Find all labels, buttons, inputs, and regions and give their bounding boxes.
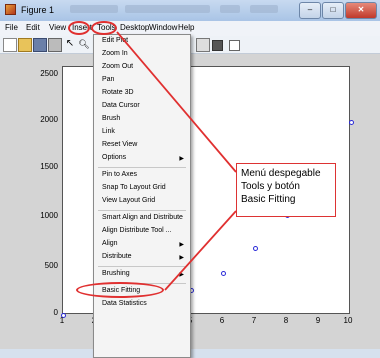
new-figure-icon[interactable] [3,38,17,52]
open-file-icon[interactable] [18,38,32,52]
menu-item-distribute[interactable]: Distribute [102,253,132,260]
callout-line: Menú despegable [241,168,321,179]
menu-separator [98,167,186,168]
scatter-point [252,245,258,251]
scatter-point [220,270,226,276]
x-tick-label: 10 [343,316,353,325]
y-tick-label: 2500 [40,69,58,78]
blurred-title-text [220,5,240,13]
basic-fitting-highlight-ellipse [76,282,164,298]
legend-icon[interactable] [212,40,223,51]
menu-item-align-distribute-tool[interactable]: Align Distribute Tool ... [102,227,172,234]
x-tick-label: 9 [315,316,321,325]
x-tick-label: 1 [59,316,65,325]
menu-item-data-cursor[interactable]: Data Cursor [102,102,140,109]
menu-edit[interactable]: Edit [26,23,40,32]
tools-menu-highlight-ellipse [91,21,117,35]
maximize-button[interactable]: □ [322,2,344,19]
y-tick-label: 1500 [40,162,58,171]
callout-line: Tools y botón [241,181,300,192]
window-titlebar[interactable]: Figure 1 – □ ✕ [0,0,380,22]
menu-item-zoom-out[interactable]: Zoom Out [102,63,133,70]
plot-tools-icon[interactable] [229,40,240,51]
scatter-point [348,119,354,125]
y-tick-label: 2000 [40,115,58,124]
menu-item-pan[interactable]: Pan [102,76,114,83]
blurred-title-text [125,5,210,13]
menu-help[interactable]: Help [178,23,194,32]
submenu-arrow-icon: ▶ [179,242,184,248]
menu-item-edit-plot[interactable]: Edit Plot [102,37,128,44]
menu-item-data-statistics[interactable]: Data Statistics [102,300,147,307]
submenu-arrow-icon: ▶ [179,272,184,278]
matlab-figure-icon [5,4,16,15]
menu-item-link[interactable]: Link [102,128,115,135]
menu-separator [98,266,186,267]
x-tick-label: 7 [251,316,257,325]
y-tick-label: 500 [44,261,58,270]
close-button[interactable]: ✕ [345,2,377,19]
menu-separator [98,210,186,211]
menu-item-rotate-3d[interactable]: Rotate 3D [102,89,134,96]
menu-file[interactable]: File [5,23,18,32]
menu-view[interactable]: View [49,23,66,32]
blurred-title-text [250,5,278,13]
menu-item-view-layout-grid[interactable]: View Layout Grid [102,197,155,204]
zoom-in-icon[interactable]: 🔍︎ [78,38,90,50]
menu-item-reset-view[interactable]: Reset View [102,141,137,148]
menu-desktop[interactable]: Desktop [120,23,149,32]
pointer-icon[interactable]: ↖ [64,38,76,50]
menu-item-options[interactable]: Options [102,154,126,161]
menu-item-snap-to-layout-grid[interactable]: Snap To Layout Grid [102,184,166,191]
menu-item-zoom-in[interactable]: Zoom In [102,50,128,57]
submenu-arrow-icon: ▶ [179,255,184,261]
x-tick-label: 8 [283,316,289,325]
y-tick-label: 1000 [40,211,58,220]
submenu-arrow-icon: ▶ [179,156,184,162]
menu-item-smart-align[interactable]: Smart Align and Distribute [102,214,183,221]
menu-item-pin-to-axes[interactable]: Pin to Axes [102,171,137,178]
insert-tools-highlight-ellipse [68,21,90,35]
y-tick-label: 0 [53,308,58,317]
print-icon[interactable] [48,38,62,52]
colorbar-icon[interactable] [196,38,210,52]
annotation-callout-box: Menú despegable Tools y botón Basic Fitt… [236,163,336,217]
menu-item-brushing[interactable]: Brushing [102,270,130,277]
tools-dropdown-menu: Edit Plot Zoom In Zoom Out Pan Rotate 3D… [93,34,191,358]
menu-item-align[interactable]: Align [102,240,118,247]
x-tick-label: 6 [219,316,225,325]
blurred-title-text [70,5,118,13]
window-title: Figure 1 [21,5,55,15]
minimize-button[interactable]: – [299,2,321,19]
menu-item-brush[interactable]: Brush [102,115,120,122]
callout-line: Basic Fitting [241,194,296,205]
menu-window[interactable]: Window [149,23,177,32]
save-icon[interactable] [33,38,47,52]
